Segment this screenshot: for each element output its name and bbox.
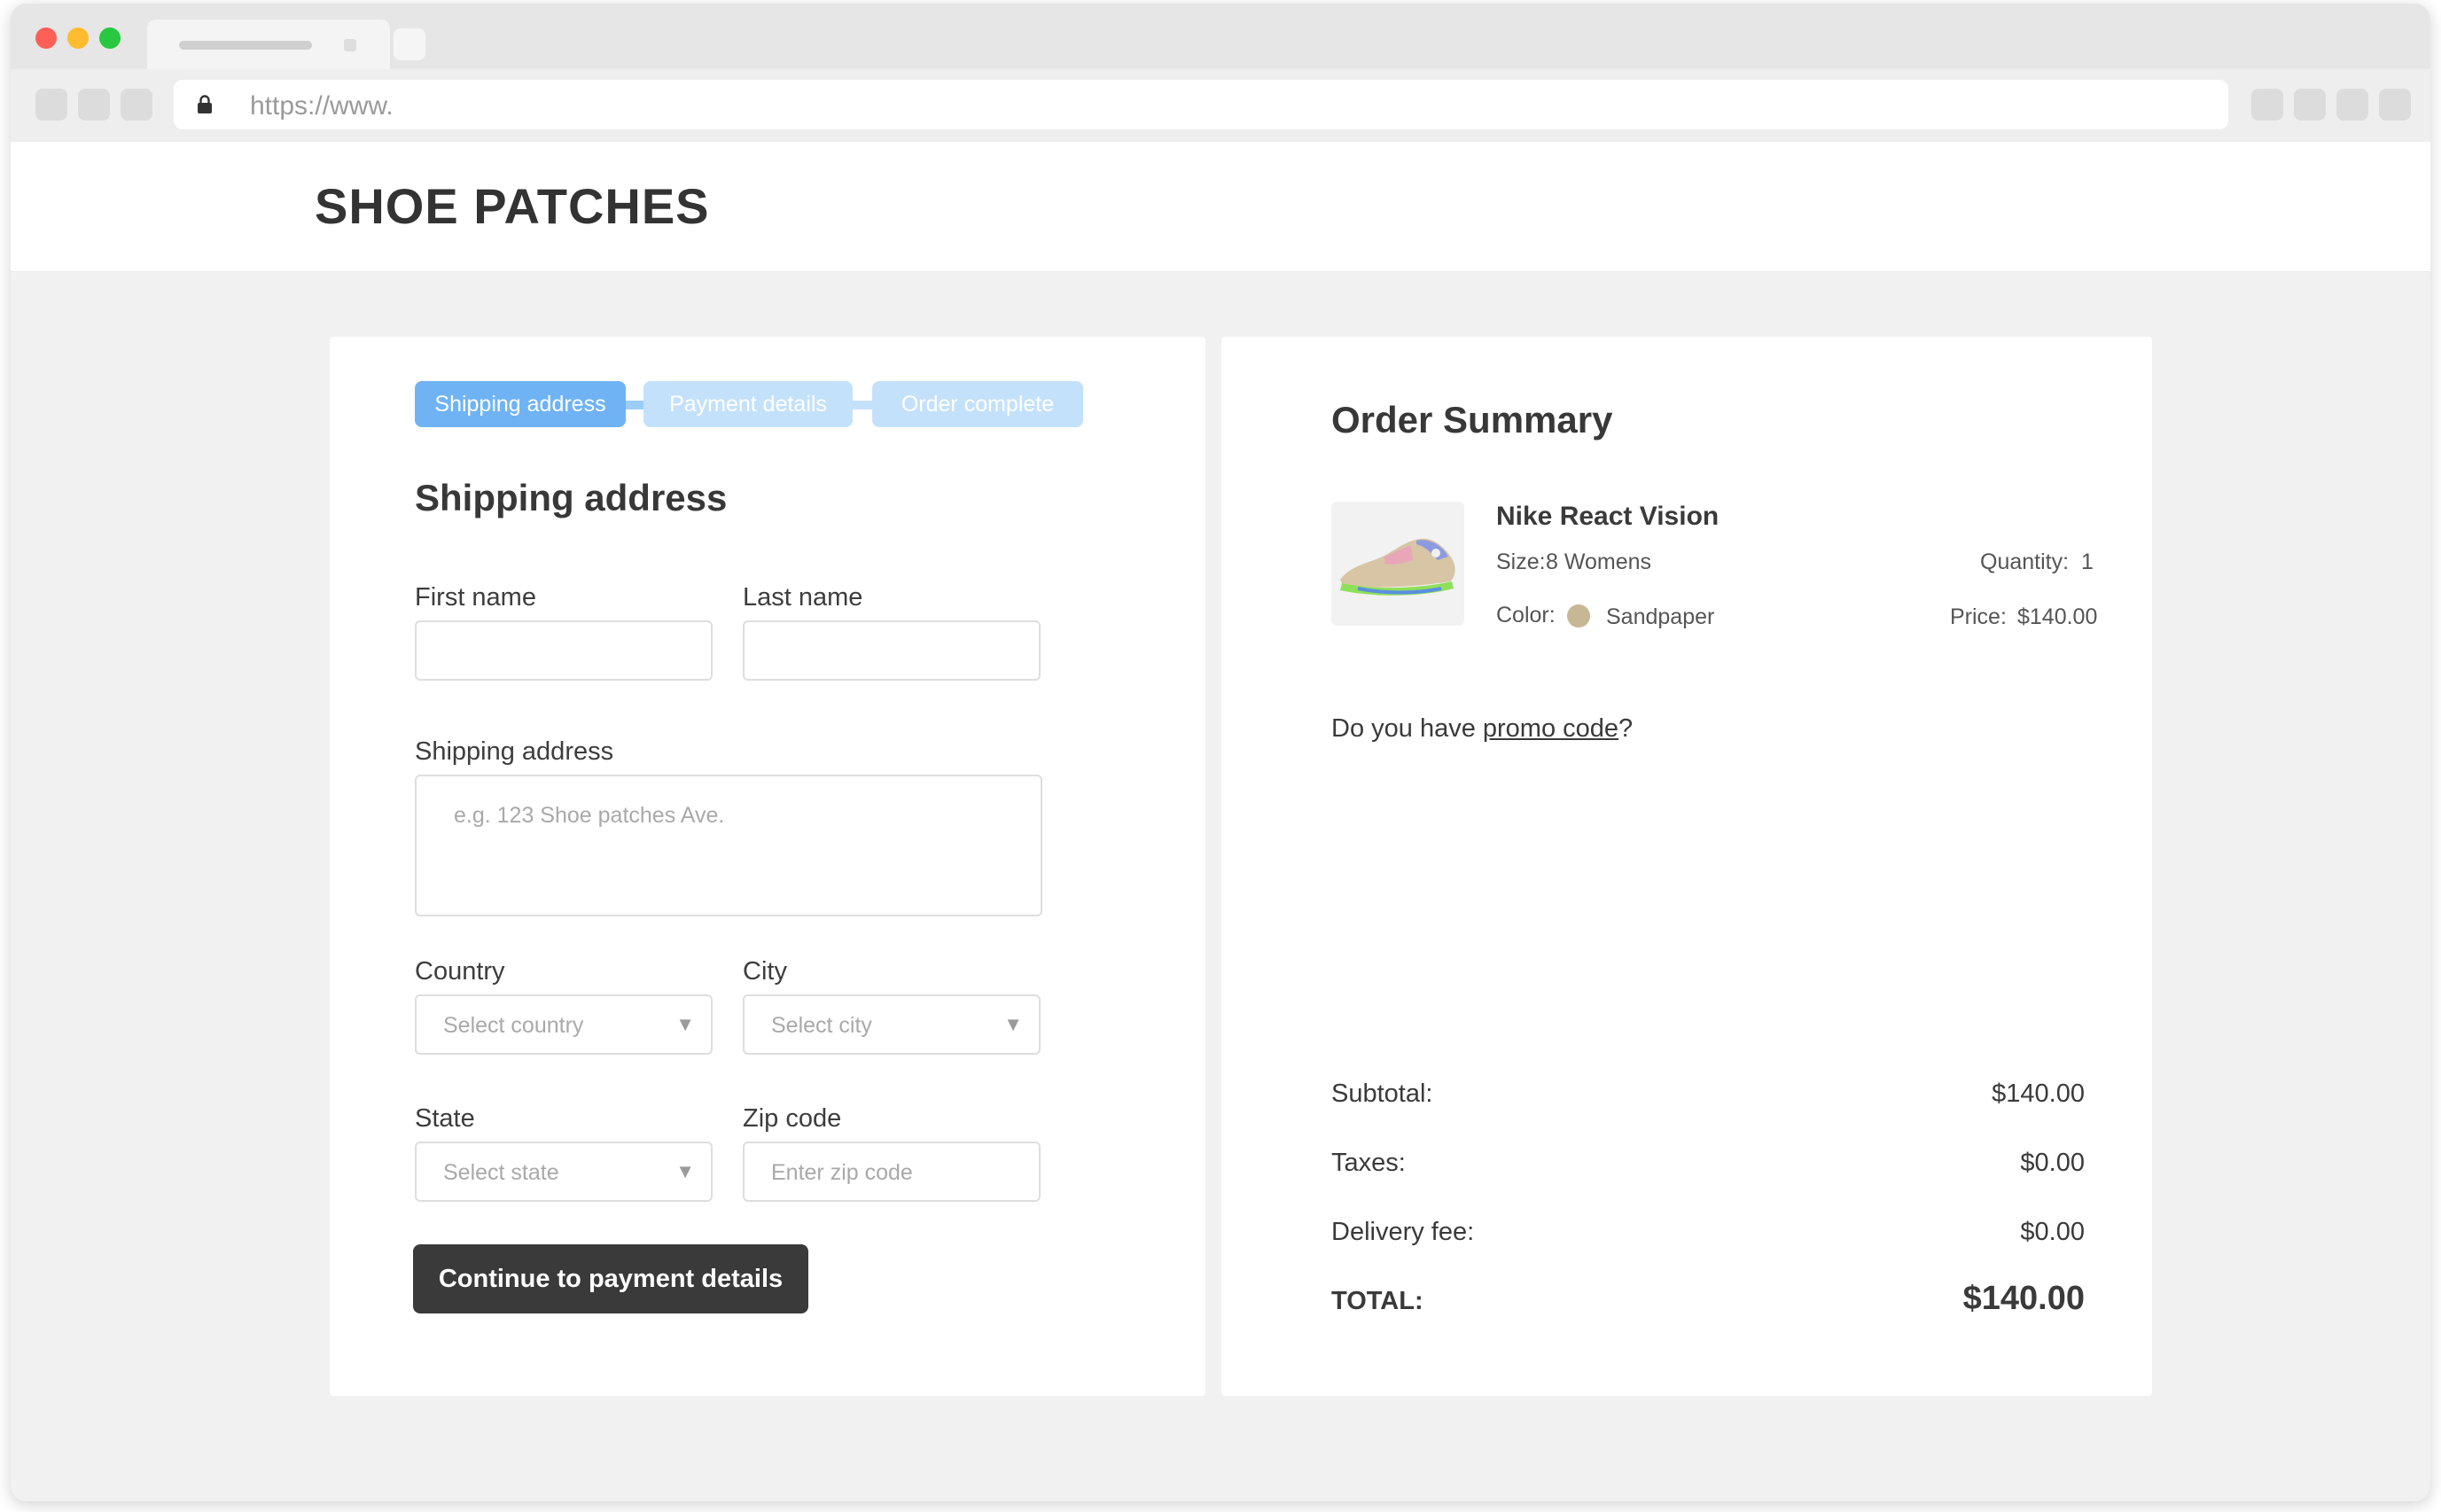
- total-value: $140.00: [1962, 1280, 2085, 1317]
- country-label: Country: [415, 957, 505, 986]
- subtotal-label: Subtotal:: [1331, 1079, 1433, 1108]
- continue-to-payment-button[interactable]: Continue to payment details: [413, 1244, 808, 1313]
- browser-window: https://www. SHOE PATCHES Shipping addre…: [11, 4, 2430, 1501]
- chevron-down-icon: ▼: [1003, 1013, 1023, 1035]
- size-label: Size:: [1496, 549, 1546, 574]
- state-select-value: Select state: [443, 1160, 559, 1185]
- site-logo[interactable]: SHOE PATCHES: [315, 177, 710, 235]
- form-title: Shipping address: [415, 477, 728, 518]
- browser-tab[interactable]: [147, 19, 390, 69]
- first-name-field[interactable]: [415, 620, 713, 681]
- promo-prompt: Do you have promo code?: [1331, 714, 1633, 744]
- price-value: $140.00: [2017, 604, 2098, 629]
- total-label: TOTAL:: [1331, 1287, 1423, 1315]
- zip-label: Zip code: [743, 1104, 842, 1133]
- promo-suffix: ?: [1618, 714, 1634, 743]
- url-text[interactable]: https://www.: [250, 91, 394, 121]
- price-label: Price:: [1950, 604, 2007, 629]
- taxes-value: $0.00: [2020, 1149, 2085, 1177]
- color-swatch: [1567, 604, 1590, 627]
- tab-close-icon[interactable]: [344, 39, 356, 51]
- city-select-value: Select city: [771, 1013, 872, 1038]
- last-name-label: Last name: [743, 583, 863, 612]
- step-payment-details[interactable]: Payment details: [643, 381, 853, 427]
- step-shipping-address[interactable]: Shipping address: [415, 381, 626, 427]
- step-order-complete[interactable]: Order complete: [872, 381, 1083, 427]
- summary-title: Order Summary: [1331, 399, 1613, 440]
- country-select-value: Select country: [443, 1013, 584, 1038]
- address-placeholder: e.g. 123 Shoe patches Ave.: [454, 803, 725, 828]
- step-connector: [851, 401, 874, 409]
- chevron-down-icon: ▼: [675, 1013, 695, 1035]
- address-label: Shipping address: [415, 737, 614, 766]
- address-bar[interactable]: https://www.: [174, 80, 2228, 129]
- back-button[interactable]: [35, 89, 67, 121]
- color-label: Color:: [1496, 603, 1556, 627]
- forward-button[interactable]: [78, 89, 110, 121]
- new-tab-button[interactable]: [394, 28, 425, 60]
- subtotal-value: $140.00: [1992, 1079, 2085, 1108]
- reload-button[interactable]: [121, 89, 152, 121]
- promo-code-link[interactable]: promo code: [1483, 714, 1618, 743]
- country-select[interactable]: Select country ▼: [415, 994, 713, 1055]
- browser-chrome: https://www.: [11, 4, 2430, 142]
- delivery-fee-value: $0.00: [2020, 1218, 2085, 1246]
- minimize-window-button[interactable]: [67, 27, 89, 49]
- product-thumbnail[interactable]: [1331, 502, 1464, 626]
- order-summary-card: Order Summary Nike React Vision Size: 8 …: [1221, 337, 2152, 1396]
- promo-prefix: Do you have: [1331, 714, 1483, 743]
- address-textarea[interactable]: e.g. 123 Shoe patches Ave.: [415, 775, 1042, 916]
- close-window-button[interactable]: [35, 27, 57, 49]
- maximize-window-button[interactable]: [99, 27, 121, 49]
- step-connector: [624, 401, 645, 409]
- state-label: State: [415, 1104, 475, 1133]
- city-label: City: [743, 957, 787, 986]
- quantity-value: 1: [2081, 549, 2094, 574]
- chevron-down-icon: ▼: [675, 1160, 695, 1182]
- sneaker-image: [1340, 538, 1455, 596]
- taxes-label: Taxes:: [1331, 1149, 1406, 1177]
- checkout-steps: Shipping address Payment details Order c…: [415, 381, 1088, 427]
- browser-toolbar: https://www.: [11, 69, 2430, 142]
- size-value: 8 Womens: [1546, 549, 1652, 574]
- color-value: Sandpaper: [1606, 604, 1715, 629]
- extension-button[interactable]: [2379, 89, 2411, 121]
- zip-placeholder: Enter zip code: [771, 1160, 913, 1185]
- extension-button[interactable]: [2294, 89, 2326, 121]
- city-select[interactable]: Select city ▼: [743, 994, 1041, 1055]
- site-header: SHOE PATCHES: [11, 142, 2430, 272]
- first-name-label: First name: [415, 583, 536, 612]
- extension-button[interactable]: [2251, 89, 2283, 121]
- lock-icon: [198, 95, 212, 113]
- shipping-form-card: Shipping address Payment details Order c…: [330, 337, 1205, 1396]
- zip-field[interactable]: Enter zip code: [743, 1142, 1041, 1202]
- delivery-fee-label: Delivery fee:: [1331, 1218, 1475, 1246]
- state-select[interactable]: Select state ▼: [415, 1142, 713, 1202]
- last-name-field[interactable]: [743, 620, 1041, 681]
- product-name[interactable]: Nike React Vision: [1496, 502, 1719, 532]
- quantity-label: Quantity:: [1980, 549, 2070, 574]
- tab-title-placeholder: [179, 41, 312, 50]
- extension-button[interactable]: [2336, 89, 2368, 121]
